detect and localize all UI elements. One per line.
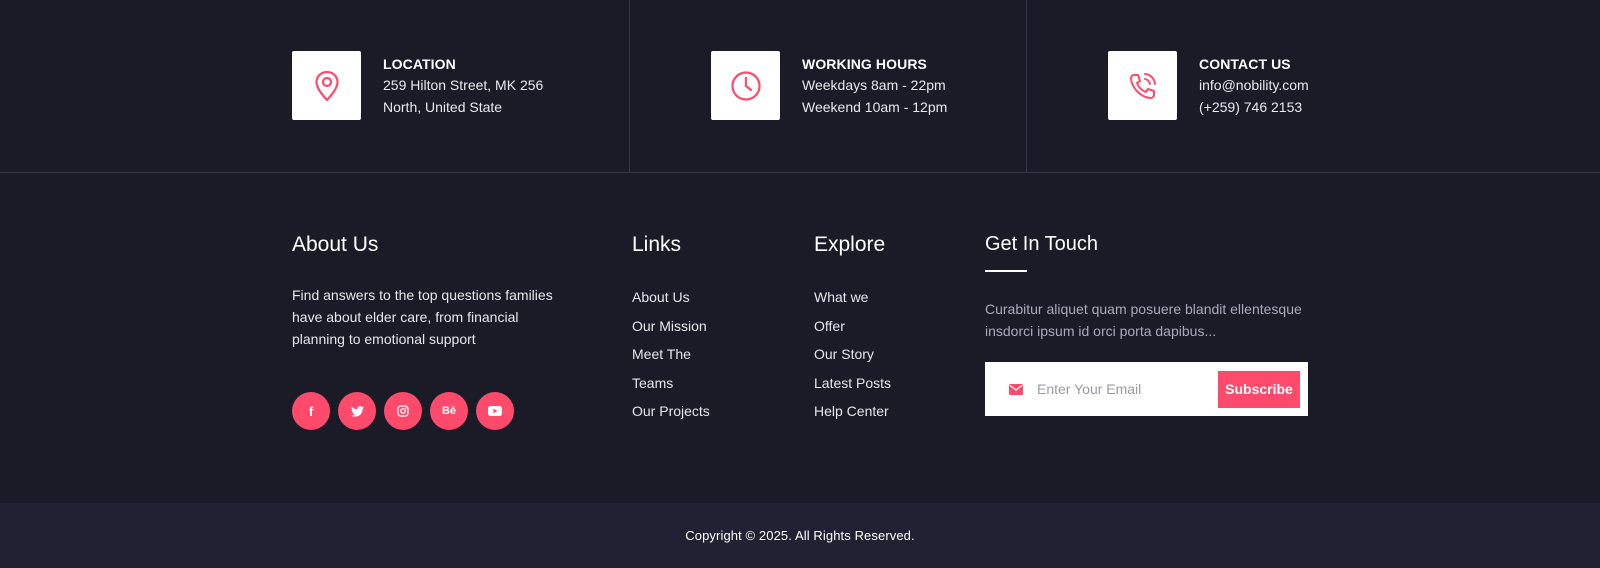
hours-line2: Weekend 10am - 12pm [802,99,948,115]
link-teams[interactable]: Teams [632,369,710,398]
explore-list: What we Offer Our Story Latest Posts Hel… [814,283,891,426]
hours-icon-box [711,51,780,120]
links-heading: Links [632,233,682,256]
location-line1: 259 Hilton Street, MK 256 [383,77,544,93]
touch-text: Curabitur aliquet quam posuere blandit e… [985,301,1302,339]
explore-column: Explore What we Offer Our Story Latest P… [814,228,891,426]
link-our-story[interactable]: Our Story [814,340,891,369]
link-help-center[interactable]: Help Center [814,397,891,426]
info-divider [629,0,630,173]
social-links: f Bē [292,392,557,430]
info-hours: WORKING HOURS Weekdays 8am - 22pm Weeken… [711,51,947,120]
behance-icon: Bē [441,405,457,417]
hours-line1: Weekdays 8am - 22pm [802,77,946,93]
info-bar: LOCATION 259 Hilton Street, MK 256 North… [0,0,1600,173]
explore-heading: Explore [814,233,886,256]
info-contact: CONTACT US info@nobility.com (+259) 746 … [1108,51,1309,120]
facebook-icon: f [308,403,314,419]
youtube-button[interactable] [476,392,514,430]
link-about-us[interactable]: About Us [632,283,710,312]
phone-call-icon [1129,72,1156,99]
instagram-button[interactable] [384,392,422,430]
location-icon-box [292,51,361,120]
about-column: About Us Find answers to the top questio… [292,228,557,430]
subscribe-form: Subscribe [985,362,1308,416]
touch-underline [985,270,1027,272]
hours-title: WORKING HOURS [802,56,927,72]
info-location: LOCATION 259 Hilton Street, MK 256 North… [292,51,543,120]
twitter-button[interactable] [338,392,376,430]
bottom-bar: Copyright © 2025. All Rights Reserved. [0,503,1600,568]
touch-column: Get In Touch Curabitur aliquet quam posu… [985,227,1310,416]
location-line2: North, United State [383,99,503,115]
map-pin-icon [314,70,339,101]
links-column: Links About Us Our Mission Meet The Team… [632,228,710,426]
about-text: Find answers to the top questions famili… [292,287,553,347]
link-our-projects[interactable]: Our Projects [632,397,710,426]
location-title: LOCATION [383,56,456,72]
envelope-icon [1009,383,1023,395]
twitter-icon [350,405,364,417]
link-our-mission[interactable]: Our Mission [632,312,710,341]
clock-icon [730,70,761,101]
instagram-icon [397,405,409,417]
link-offer[interactable]: Offer [814,312,891,341]
behance-button[interactable]: Bē [430,392,468,430]
info-divider [1026,0,1027,173]
contact-title: CONTACT US [1199,56,1291,72]
link-meet-the[interactable]: Meet The [632,340,710,369]
touch-heading: Get In Touch [985,233,1099,255]
link-what-we[interactable]: What we [814,283,891,312]
link-latest-posts[interactable]: Latest Posts [814,369,891,398]
contact-phone[interactable]: (+259) 746 2153 [1199,96,1309,118]
copyright-text: Copyright © 2025. All Rights Reserved. [685,528,915,543]
subscribe-button[interactable]: Subscribe [1218,370,1300,408]
email-input[interactable] [1037,381,1218,397]
facebook-button[interactable]: f [292,392,330,430]
youtube-icon [488,406,502,416]
contact-email[interactable]: info@nobility.com [1199,74,1309,96]
about-heading: About Us [292,233,379,256]
links-list: About Us Our Mission Meet The Teams Our … [632,283,710,426]
contact-icon-box [1108,51,1177,120]
